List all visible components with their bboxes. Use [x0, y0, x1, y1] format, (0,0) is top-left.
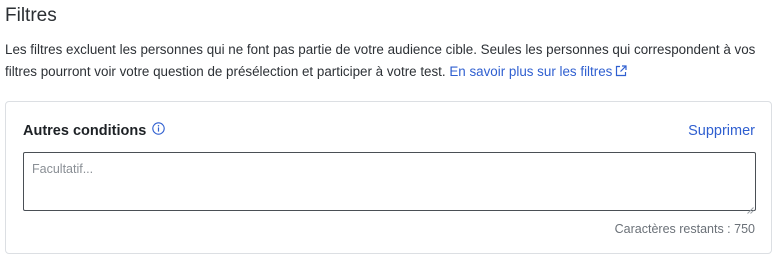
- card-title: Autres conditions: [23, 123, 147, 139]
- section-title: Filtres: [5, 5, 57, 26]
- card-header: Autres conditions: [23, 122, 166, 140]
- description-text: Les filtres excluent les personnes qui n…: [5, 42, 756, 79]
- learn-more-label: En savoir plus sur les filtres: [449, 64, 613, 79]
- other-conditions-card: Autres conditions Supprimer Caractères r…: [5, 101, 772, 254]
- learn-more-link[interactable]: En savoir plus sur les filtres: [449, 64, 627, 79]
- resize-handle-icon[interactable]: [746, 201, 754, 214]
- other-conditions-textarea[interactable]: [23, 152, 756, 211]
- filters-description: Les filtres excluent les personnes qui n…: [5, 39, 775, 84]
- remaining-characters-count: Caractères restants : 750: [614, 222, 755, 236]
- delete-button[interactable]: Supprimer: [688, 122, 755, 140]
- external-link-icon: [615, 62, 627, 84]
- info-icon[interactable]: [152, 122, 166, 140]
